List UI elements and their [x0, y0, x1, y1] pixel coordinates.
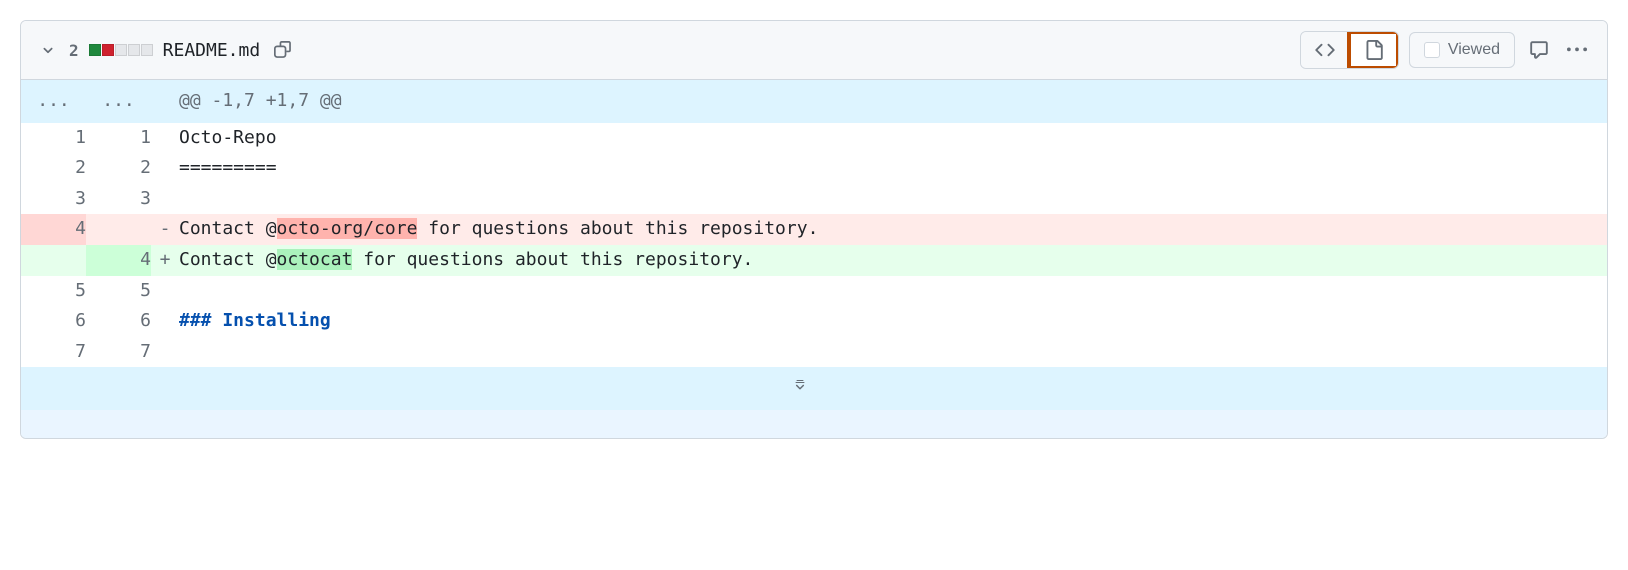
- line-number-new: 6: [86, 306, 151, 337]
- line-number-old: 1: [21, 123, 86, 154]
- line-marker: -: [151, 214, 179, 245]
- diff-line[interactable]: 4+Contact @octocat for questions about t…: [21, 245, 1607, 276]
- expand-dots: ...: [86, 80, 151, 123]
- line-code: [179, 276, 1607, 307]
- line-marker: [151, 184, 179, 215]
- source-view-toggle[interactable]: [1301, 32, 1349, 68]
- diff-line[interactable]: 22 =========: [21, 153, 1607, 184]
- line-marker: [151, 276, 179, 307]
- hunk-header-text: @@ -1,7 +1,7 @@: [179, 80, 1607, 123]
- diff-line[interactable]: 11 Octo-Repo: [21, 123, 1607, 154]
- line-number-new: 4: [86, 245, 151, 276]
- line-code: [179, 184, 1607, 215]
- line-marker: +: [151, 245, 179, 276]
- diff-stat-squares: [89, 44, 153, 56]
- diff-footer: [21, 367, 1607, 438]
- hunk-header-row[interactable]: ... ... @@ -1,7 +1,7 @@: [21, 80, 1607, 123]
- copy-path-button[interactable]: [270, 37, 296, 63]
- line-number-old: 5: [21, 276, 86, 307]
- line-code: Contact @octo-org/core for questions abo…: [179, 214, 1607, 245]
- line-number-old: 7: [21, 337, 86, 368]
- line-code: ### Installing: [179, 306, 1607, 337]
- file-icon: [1364, 40, 1384, 60]
- line-number-old: 2: [21, 153, 86, 184]
- file-name[interactable]: README.md: [163, 40, 261, 61]
- kebab-icon: [1567, 40, 1587, 60]
- line-number-new: 5: [86, 276, 151, 307]
- viewed-checkbox: [1424, 42, 1440, 58]
- diff-stat-square: [141, 44, 153, 56]
- file-diff-box: 2 README.md Viewed: [20, 20, 1608, 439]
- comment-button[interactable]: [1525, 36, 1553, 64]
- line-number-new: 2: [86, 153, 151, 184]
- line-number-old: [21, 245, 86, 276]
- line-code: Contact @octocat for questions about thi…: [179, 245, 1607, 276]
- diff-table: ... ... @@ -1,7 +1,7 @@ 11 Octo-Repo 22 ===…: [21, 80, 1607, 367]
- line-number-old: 3: [21, 184, 86, 215]
- collapse-chevron[interactable]: [37, 39, 59, 61]
- line-marker: [151, 153, 179, 184]
- kebab-menu[interactable]: [1563, 36, 1591, 64]
- line-marker: [151, 337, 179, 368]
- diff-line[interactable]: 33: [21, 184, 1607, 215]
- copy-icon: [274, 41, 292, 59]
- line-number-new: [86, 214, 151, 245]
- line-number-old: 6: [21, 306, 86, 337]
- file-header-right: Viewed: [1300, 31, 1591, 69]
- expand-down-row[interactable]: [21, 367, 1607, 410]
- line-number-new: 1: [86, 123, 151, 154]
- comment-icon: [1529, 40, 1549, 60]
- line-code: [179, 337, 1607, 368]
- viewed-toggle[interactable]: Viewed: [1409, 32, 1515, 68]
- line-marker: [151, 306, 179, 337]
- diff-stat-square: [115, 44, 127, 56]
- viewed-label: Viewed: [1448, 41, 1500, 59]
- line-marker: [151, 123, 179, 154]
- diff-stat-square: [89, 44, 101, 56]
- diff-line[interactable]: 4 -Contact @octo-org/core for questions a…: [21, 214, 1607, 245]
- diff-line[interactable]: 66 ### Installing: [21, 306, 1607, 337]
- file-header: 2 README.md Viewed: [21, 21, 1607, 80]
- file-header-left: 2 README.md: [37, 37, 296, 63]
- eof-spacer: [21, 410, 1607, 438]
- expand-dots: ...: [21, 80, 86, 123]
- chevron-down-icon: [39, 41, 57, 59]
- line-number-new: 3: [86, 184, 151, 215]
- diff-stat-square: [102, 44, 114, 56]
- line-number-old: 4: [21, 214, 86, 245]
- expand-down-icon: [792, 377, 808, 393]
- code-icon: [1315, 40, 1335, 60]
- view-toggle: [1300, 31, 1399, 69]
- line-code: Octo-Repo: [179, 123, 1607, 154]
- diff-line[interactable]: 55: [21, 276, 1607, 307]
- diff-stat-square: [128, 44, 140, 56]
- rendered-view-toggle[interactable]: [1349, 32, 1398, 68]
- line-number-new: 7: [86, 337, 151, 368]
- change-count: 2: [69, 41, 79, 60]
- diff-line[interactable]: 77: [21, 337, 1607, 368]
- line-code: =========: [179, 153, 1607, 184]
